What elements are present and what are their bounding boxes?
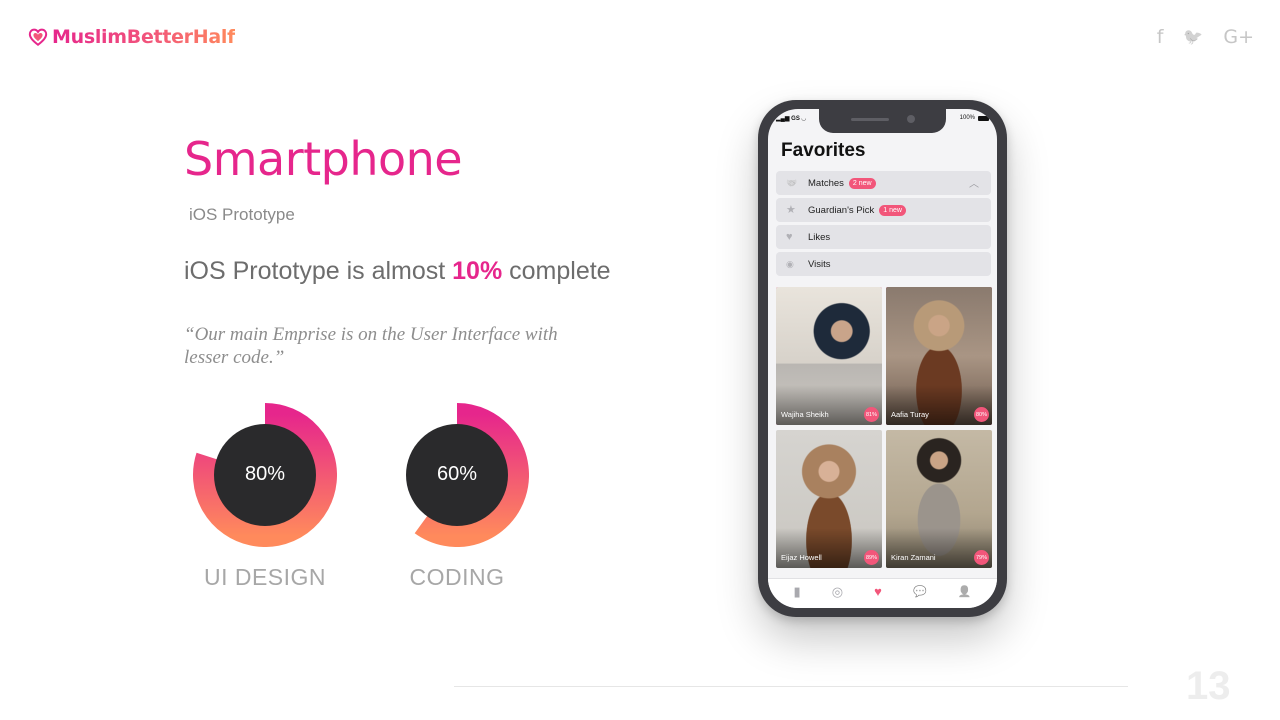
tab-favorites-icon[interactable]: ♥ bbox=[874, 584, 882, 600]
profile-name: Eijaz Howell bbox=[781, 553, 822, 562]
menu-item-label: Matches bbox=[808, 177, 844, 189]
slide-quote: “Our main Emprise is on the User Interfa… bbox=[184, 324, 558, 368]
chevron-up-icon[interactable]: ︿ bbox=[969, 175, 979, 190]
menu-item-label: Guardian's Pick bbox=[808, 204, 875, 216]
profile-name: Aafia Turay bbox=[891, 410, 929, 419]
brand-name: MuslimBetterHalf bbox=[52, 26, 236, 48]
menu-item-guardians-pick[interactable]: ★ Guardian's Pick 1 new bbox=[776, 198, 991, 222]
status-battery: 100% bbox=[960, 115, 989, 121]
profile-name: Kiran Zamani bbox=[891, 553, 936, 562]
donut-chart-ui-design: 80% bbox=[193, 403, 337, 547]
tab-messages-icon[interactable]: 💬 bbox=[913, 584, 927, 600]
profile-card[interactable]: Aafia Turay 80% bbox=[886, 287, 992, 425]
status-carrier: ▂▄▆ GS ◡ bbox=[776, 116, 807, 122]
progress-statement: iOS Prototype is almost 10% complete bbox=[184, 257, 611, 286]
progress-suffix: complete bbox=[502, 257, 611, 285]
progress-prefix: iOS Prototype is almost bbox=[184, 257, 453, 285]
speaker bbox=[851, 118, 889, 121]
camera bbox=[907, 115, 915, 123]
slide-title: Smartphone bbox=[184, 132, 463, 186]
tab-profile-icon[interactable]: 👤 bbox=[958, 584, 972, 600]
match-badge: 79% bbox=[974, 550, 989, 565]
menu-item-likes[interactable]: ♥ Likes bbox=[776, 225, 991, 249]
twitter-icon[interactable]: 🐦 bbox=[1183, 26, 1203, 48]
phone-notch bbox=[819, 109, 946, 133]
donut-label-coding: CODING bbox=[409, 564, 505, 590]
progress-value: 10% bbox=[452, 257, 503, 285]
slide-subtitle: iOS Prototype bbox=[189, 205, 295, 224]
screen-title: Favorites bbox=[781, 140, 866, 161]
phone-screen: ▂▄▆ GS ◡ 100% Favorites 🤝 Matches 2 new … bbox=[768, 109, 997, 608]
google-plus-icon[interactable]: G+ bbox=[1223, 26, 1254, 48]
menu-item-label: Likes bbox=[808, 231, 831, 243]
battery-icon bbox=[978, 115, 989, 121]
social-links: f 🐦 G+ bbox=[1157, 26, 1254, 48]
new-badge: 1 new bbox=[879, 204, 906, 216]
brand-logo[interactable]: MuslimBetterHalf bbox=[28, 26, 235, 48]
match-badge: 89% bbox=[864, 550, 879, 565]
facebook-icon[interactable]: f bbox=[1157, 26, 1164, 48]
donut-value: 80% bbox=[244, 463, 286, 485]
menu-item-label: Visits bbox=[808, 258, 831, 270]
profile-name: Wajiha Sheikh bbox=[781, 410, 829, 419]
menu-item-matches[interactable]: 🤝 Matches 2 new ︿ bbox=[776, 171, 991, 195]
menu-item-visits[interactable]: ◉ Visits bbox=[776, 252, 991, 276]
match-badge: 80% bbox=[974, 407, 989, 422]
donut-value: 60% bbox=[436, 463, 478, 485]
favorites-menu: 🤝 Matches 2 new ︿ ★ Guardian's Pick 1 ne… bbox=[776, 171, 991, 279]
heart-icon: ♥ bbox=[786, 231, 793, 243]
tab-discover-icon[interactable]: ◎ bbox=[832, 584, 843, 600]
star-icon: ★ bbox=[786, 204, 796, 216]
phone-mockup: ▂▄▆ GS ◡ 100% Favorites 🤝 Matches 2 new … bbox=[758, 100, 1007, 617]
heart-logo-icon bbox=[28, 28, 48, 46]
new-badge: 2 new bbox=[848, 177, 876, 189]
donut-chart-coding: 60% bbox=[385, 403, 529, 547]
tab-cards-icon[interactable]: ▮ bbox=[794, 584, 801, 600]
footer-divider bbox=[454, 686, 1128, 687]
page-number: 13 bbox=[1186, 664, 1231, 708]
handshake-icon: 🤝 bbox=[786, 178, 798, 188]
profile-card[interactable]: Eijaz Howell 89% bbox=[776, 430, 882, 568]
profile-card[interactable]: Wajiha Sheikh 81% bbox=[776, 287, 882, 425]
eye-icon: ◉ bbox=[786, 259, 794, 269]
tab-bar: ▮ ◎ ♥ 💬 👤 bbox=[768, 578, 997, 608]
profile-card[interactable]: Kiran Zamani 79% bbox=[886, 430, 992, 568]
match-badge: 81% bbox=[864, 407, 879, 422]
donut-label-ui-design: UI DESIGN bbox=[203, 564, 327, 590]
